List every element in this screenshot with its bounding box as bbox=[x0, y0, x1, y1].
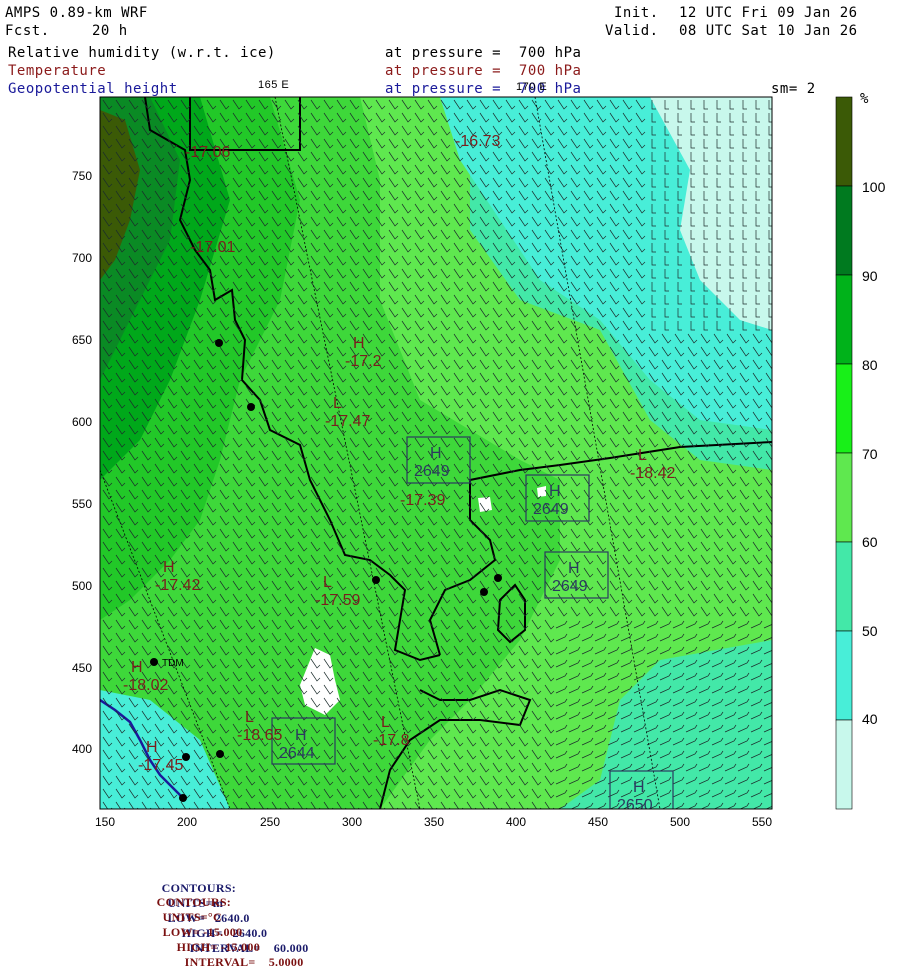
x-tick-450: 450 bbox=[587, 815, 609, 829]
y-tick-600: 600 bbox=[71, 415, 92, 429]
colorbar-segment bbox=[835, 452, 853, 543]
colorbar-tick-50: 50 bbox=[862, 623, 878, 639]
temperature-extreme-mark: L bbox=[245, 709, 254, 726]
temperature-label: -17.06 bbox=[185, 144, 230, 161]
temperature-label: -17.8 bbox=[373, 732, 410, 749]
station-dot bbox=[215, 339, 223, 347]
height-label: 2649 bbox=[414, 463, 450, 480]
y-tick-500: 500 bbox=[71, 579, 92, 593]
temperature-label: -17.01 bbox=[190, 239, 235, 256]
height-label: 2649 bbox=[552, 578, 588, 595]
temperature-label: -17.47 bbox=[325, 413, 370, 430]
temperature-label: -17.39 bbox=[400, 492, 445, 509]
colorbar-segment bbox=[835, 363, 853, 454]
height-label: 2649 bbox=[533, 501, 569, 518]
station-dot bbox=[247, 403, 255, 411]
data-gap-patch-2 bbox=[478, 497, 492, 512]
station-dot bbox=[494, 574, 502, 582]
temperature-extreme-mark: L bbox=[323, 574, 332, 591]
colorbar-segment bbox=[835, 96, 853, 187]
temperature-label: -17.45 bbox=[138, 757, 183, 774]
station-dot bbox=[480, 588, 488, 596]
map-plot: -17.06-16.73-17.01H-17.2L-17.47-17.39L-1… bbox=[99, 96, 853, 814]
y-tick-700: 700 bbox=[71, 251, 92, 265]
temperature-extreme-mark: L bbox=[381, 714, 390, 731]
colorbar-tick-60: 60 bbox=[862, 534, 878, 550]
temperature-label: -18.42 bbox=[630, 465, 675, 482]
height-extreme-mark: H bbox=[549, 483, 561, 500]
footer-temp-contours: CONTOURS: UNITS=°C LOW= -15.000 HIGH= -1… bbox=[150, 880, 304, 970]
footer-temp-interval: INTERVAL= 5.0000 bbox=[184, 955, 304, 969]
x-tick-200: 200 bbox=[176, 815, 198, 829]
temperature-extreme-mark: H bbox=[131, 659, 143, 676]
x-tick-300: 300 bbox=[341, 815, 363, 829]
y-tick-400: 400 bbox=[71, 742, 92, 756]
temperature-label: -18.65 bbox=[237, 727, 282, 744]
colorbar-tick-80: 80 bbox=[862, 357, 878, 373]
temperature-label: -16.73 bbox=[455, 133, 500, 150]
temperature-extreme-mark: L bbox=[638, 447, 647, 464]
x-tick-500: 500 bbox=[669, 815, 691, 829]
colorbar-segment bbox=[835, 274, 853, 365]
station-dot bbox=[216, 750, 224, 758]
colorbar-segment bbox=[835, 630, 853, 721]
colorbar bbox=[835, 96, 853, 810]
footer-temp-contours-label: CONTOURS: bbox=[156, 895, 232, 909]
height-label: 2650 bbox=[617, 797, 653, 814]
x-tick-250: 250 bbox=[259, 815, 281, 829]
temperature-label: -17.59 bbox=[315, 592, 360, 609]
temperature-extreme-mark: L bbox=[333, 395, 342, 412]
station-label: TDM bbox=[162, 658, 184, 669]
height-extreme-mark: H bbox=[430, 445, 442, 462]
station-dot bbox=[150, 658, 158, 666]
colorbar-unit: % bbox=[860, 91, 869, 107]
height-label: 2644 bbox=[279, 745, 315, 762]
footer-temp-low: LOW= -15.000 bbox=[162, 925, 243, 939]
colorbar-segment bbox=[835, 185, 853, 276]
temperature-extreme-mark: H bbox=[353, 335, 365, 352]
height-extreme-mark: H bbox=[633, 779, 645, 796]
x-tick-150: 150 bbox=[94, 815, 116, 829]
temperature-label: -17.42 bbox=[155, 577, 200, 594]
temperature-label: -17.2 bbox=[345, 353, 382, 370]
colorbar-tick-70: 70 bbox=[862, 446, 878, 462]
height-extreme-mark: H bbox=[295, 727, 307, 744]
footer-temp-units: UNITS=°C bbox=[162, 910, 222, 924]
colorbar-tick-100: 100 bbox=[862, 179, 886, 195]
temperature-extreme-mark: H bbox=[146, 739, 158, 756]
colorbar-tick-90: 90 bbox=[862, 268, 878, 284]
y-tick-750: 750 bbox=[71, 169, 92, 183]
footer-temp-high: HIGH= -15.000 bbox=[176, 940, 261, 954]
temperature-label: -18.02 bbox=[123, 677, 168, 694]
x-tick-400: 400 bbox=[505, 815, 527, 829]
colorbar-segment bbox=[835, 541, 853, 632]
station-dot bbox=[372, 576, 380, 584]
x-tick-550: 550 bbox=[751, 815, 773, 829]
y-tick-450: 450 bbox=[71, 661, 92, 675]
y-tick-650: 650 bbox=[71, 333, 92, 347]
temperature-extreme-mark: H bbox=[163, 559, 175, 576]
y-tick-550: 550 bbox=[71, 497, 92, 511]
station-dot bbox=[179, 794, 187, 802]
colorbar-segment bbox=[835, 719, 853, 810]
height-extreme-mark: H bbox=[568, 560, 580, 577]
colorbar-tick-40: 40 bbox=[862, 711, 878, 727]
x-tick-350: 350 bbox=[423, 815, 445, 829]
